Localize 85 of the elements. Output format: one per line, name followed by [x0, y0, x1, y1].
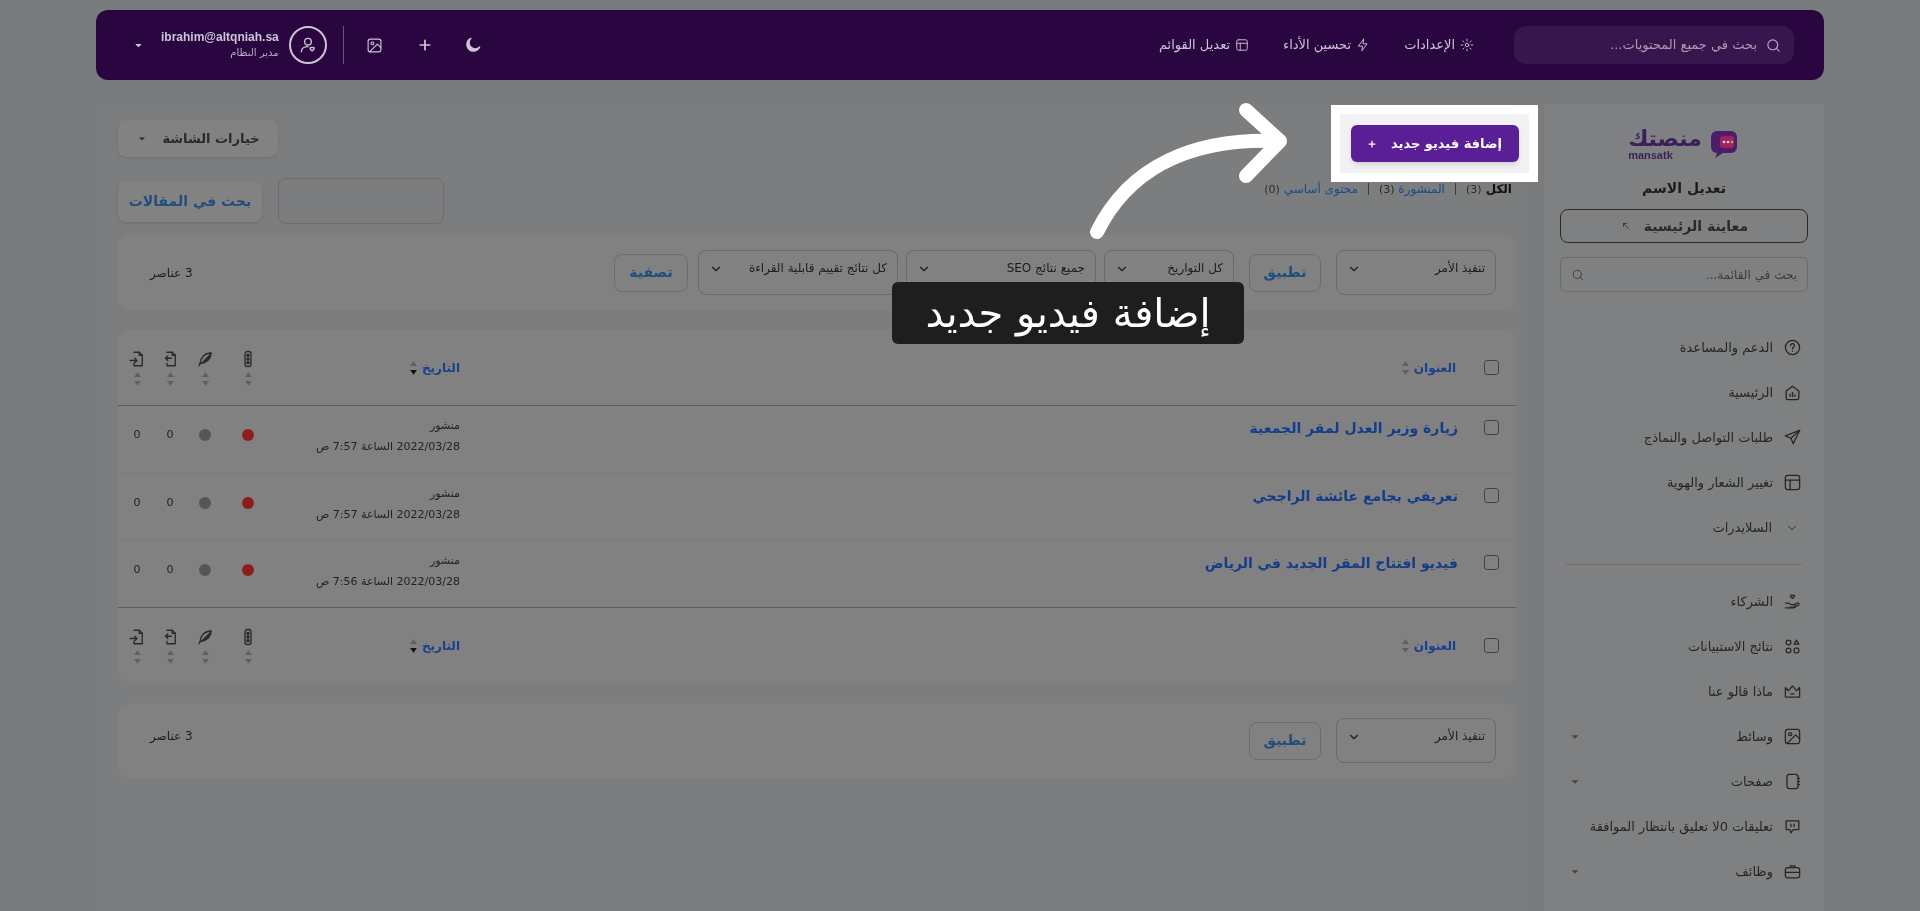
column-header[interactable]: التاريخ — [421, 358, 460, 377]
post-date: 2022/03/28 الساعة 7:57 ص — [316, 506, 460, 523]
preview-button[interactable]: معاينة الرئيسية — [1560, 209, 1808, 243]
checkbox[interactable] — [1483, 360, 1499, 375]
post-title-link[interactable]: فيديو افتتاح المقر الجديد في الرياض — [1204, 555, 1458, 571]
apply-button[interactable]: تطبيق — [1249, 721, 1321, 760]
image-icon[interactable] — [365, 36, 383, 54]
sort-icon[interactable] — [408, 359, 418, 376]
post-title-link[interactable]: زيارة وزير العدل لمقر الجمعية — [1249, 420, 1458, 436]
sidebar-item[interactable]: تغيير الشعار والهوية — [1560, 460, 1808, 505]
sidebar-item[interactable]: صفحات — [1560, 759, 1808, 804]
crown-icon — [1783, 682, 1802, 701]
count-value: 0 — [133, 427, 141, 443]
sidebar-item[interactable]: وسائط — [1560, 714, 1808, 759]
sort-icon[interactable] — [408, 637, 418, 654]
search-icon — [1765, 36, 1782, 54]
message-icon — [1783, 817, 1802, 836]
user-email: ibrahim@altqniah.sa — [161, 30, 279, 45]
logo-text: منصتك — [1628, 127, 1702, 150]
sidebar-item[interactable]: الدعم والمساعدة — [1560, 325, 1808, 370]
item-count: 3 عناصر — [148, 728, 193, 745]
shapes-icon — [1783, 637, 1802, 656]
briefcase-icon — [1783, 862, 1802, 881]
nav-link[interactable]: تحسين الأداء — [1283, 35, 1371, 55]
count-value: 0 — [166, 562, 174, 578]
menu-search-field[interactable]: بحث في القائمة... — [1560, 257, 1808, 292]
search-field[interactable]: بحث في جميع المحتويات... — [1514, 26, 1794, 64]
lightning-icon — [1356, 38, 1371, 52]
post-title-link[interactable]: تعريفي بجامع عائشة الراجحي — [1252, 488, 1458, 504]
sidebar-item[interactable]: تعليقات 0لا تعليق بانتظار الموافقة — [1560, 804, 1808, 849]
home-icon — [1783, 383, 1802, 402]
sidebar-item[interactable]: نتائج الاستبيانات — [1560, 624, 1808, 669]
checkbox[interactable] — [1483, 420, 1499, 435]
count-value: 0 — [166, 427, 174, 443]
sidebar-item[interactable]: وظائف — [1560, 849, 1808, 894]
site-name: تعديل الاسم — [1642, 179, 1726, 198]
count-value: 0 — [133, 562, 141, 578]
logo-subtext: mansatk — [1628, 149, 1673, 161]
plus-icon — [1367, 138, 1377, 149]
count-value: 0 — [166, 495, 174, 511]
select-value: جميع نتائج SEO — [1006, 260, 1085, 277]
column-header[interactable]: العنوان — [1413, 636, 1456, 655]
screen-options-button[interactable]: خيارات الشاشة — [118, 120, 278, 157]
nav-link[interactable]: الإعدادات — [1404, 35, 1474, 55]
checkbox[interactable] — [1483, 638, 1499, 653]
layout-icon — [1235, 38, 1250, 52]
sidebar-item[interactable]: الرئيسية — [1560, 370, 1808, 415]
post-status: منشور — [429, 486, 460, 502]
search-placeholder: بحث في جميع المحتويات... — [1610, 36, 1757, 55]
item-count: 3 عناصر — [148, 264, 193, 282]
nav-link[interactable]: تعديل القوائم — [1158, 35, 1250, 55]
select-value: كل التواريخ — [1167, 260, 1223, 277]
send-icon — [1783, 428, 1802, 447]
post-status: منشور — [429, 553, 460, 569]
filter-button[interactable]: تصفية — [614, 253, 688, 292]
user-role: مدير النظام — [230, 46, 279, 60]
notebook-icon — [1783, 772, 1802, 791]
sidebar-item[interactable]: طلبات التواصل والنماذج — [1560, 415, 1808, 460]
post-date: 2022/03/28 الساعة 7:56 ص — [316, 573, 460, 590]
select-value: كل نتائج تقييم قابلية القراءة — [748, 260, 887, 277]
column-header[interactable]: التاريخ — [421, 636, 460, 655]
count-value: 0 — [133, 495, 141, 511]
bulk-action-select[interactable]: تنفيذ الأمر — [1336, 718, 1496, 763]
checkbox[interactable] — [1483, 555, 1499, 570]
post-date: 2022/03/28 الساعة 7:57 ص — [316, 438, 460, 455]
tooltip: إضافة فيديو جديد — [892, 282, 1244, 344]
search-button[interactable]: بحث في المقالات — [118, 180, 262, 222]
layout-icon — [1783, 473, 1802, 492]
hand-heart-icon — [1783, 592, 1802, 611]
search-icon — [1571, 267, 1585, 282]
column-header[interactable]: العنوان — [1413, 358, 1456, 377]
bulk-action-select[interactable]: تنفيذ الأمر — [1336, 250, 1496, 295]
avatar[interactable] — [288, 26, 327, 64]
sidebar-item[interactable]: الشركاء — [1560, 579, 1808, 624]
search-placeholder: بحث في القائمة... — [1705, 266, 1797, 284]
post-status: منشور — [429, 418, 460, 434]
image-icon — [1783, 727, 1802, 746]
select-value: تنفيذ الأمر — [1435, 727, 1485, 745]
sidebar-item[interactable]: السلايدرات — [1560, 505, 1808, 550]
select-value: تنفيذ الأمر — [1435, 259, 1485, 277]
help-icon — [1783, 338, 1802, 357]
sidebar-item[interactable]: ماذا قالو عنا — [1560, 669, 1808, 714]
add-video-button[interactable]: إضافة فيديو جديد — [1350, 125, 1519, 162]
checkbox[interactable] — [1483, 488, 1499, 503]
apply-button[interactable]: تطبيق — [1249, 253, 1321, 292]
